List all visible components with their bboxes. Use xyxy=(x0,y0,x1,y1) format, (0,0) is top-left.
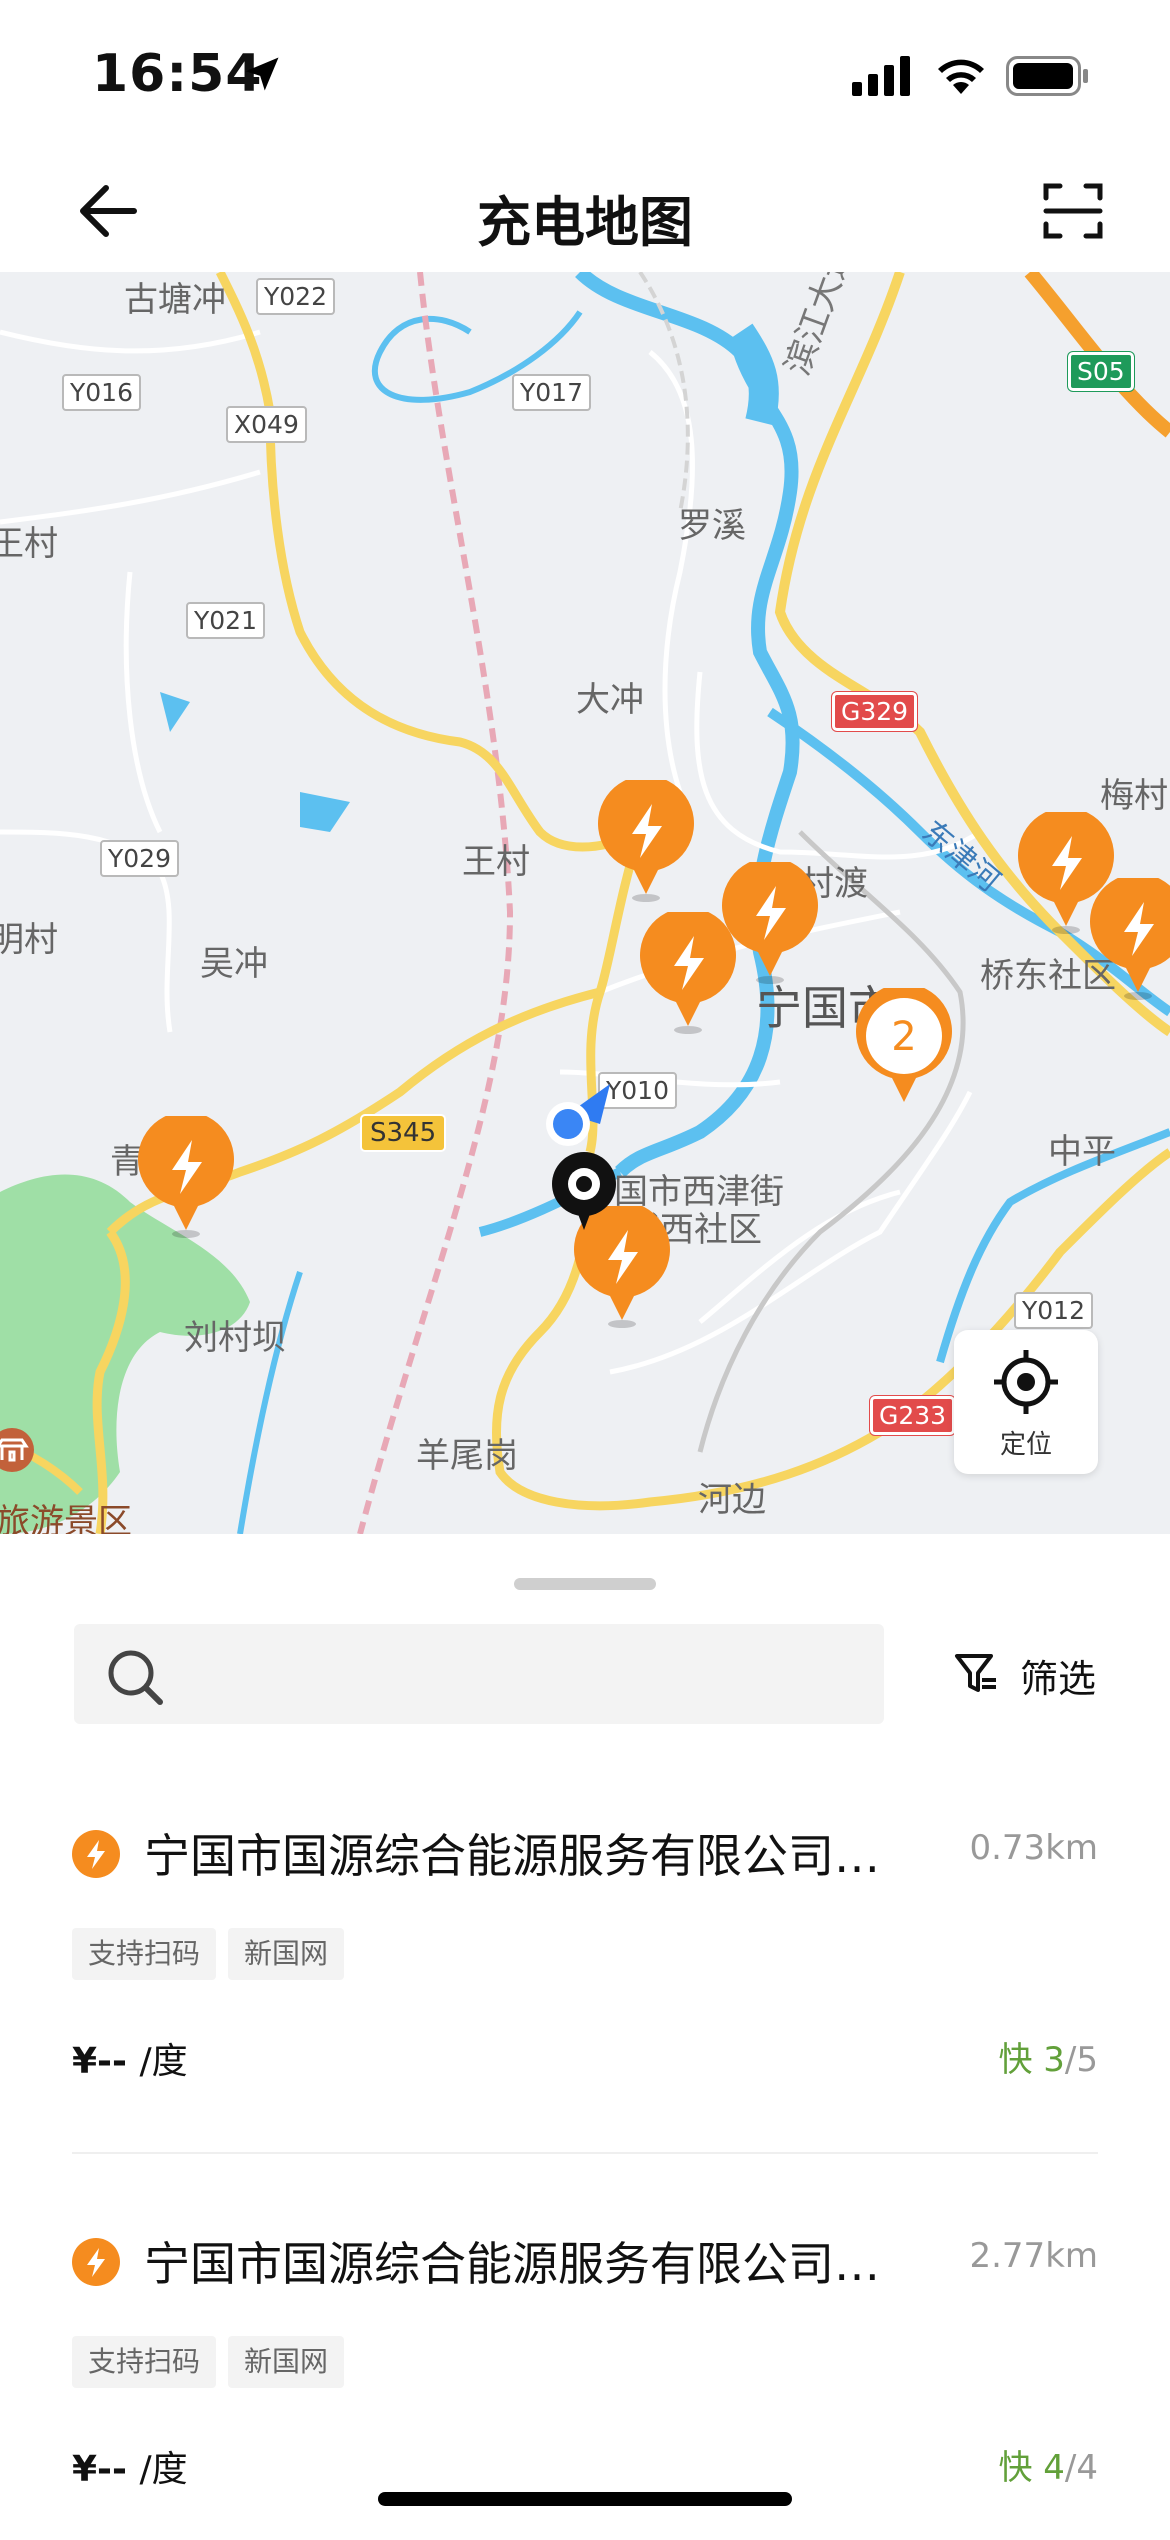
wifi-icon xyxy=(938,59,984,94)
map-place-label: 吴冲 xyxy=(200,944,268,984)
selected-location-marker xyxy=(552,1152,616,1230)
search-icon xyxy=(108,1650,163,1705)
map-place-label: 旅游景区 xyxy=(0,1502,132,1534)
charging-map[interactable]: 古塘冲 王村 罗溪 大冲 王村 吴冲 梅村 村渡 宁国市 桥东社区 中平 刘村坝… xyxy=(0,272,1170,1534)
price-value: ¥-- xyxy=(72,2041,140,2082)
provincial-road-badge: S345 xyxy=(360,1114,447,1152)
cluster-count: 2 xyxy=(891,1014,917,1060)
road-badge: Y029 xyxy=(100,840,179,877)
station-list-item[interactable]: 宁国市国源综合能源服务有限公司… 0.73km 支持扫码 新国网 ¥-- /度 … xyxy=(72,1802,1098,2132)
station-distance: 2.77km xyxy=(969,2236,1098,2276)
road-badge: Y017 xyxy=(512,374,591,411)
map-place-label: 梅村 xyxy=(1100,776,1168,816)
fast-label: 快 xyxy=(998,2040,1033,2080)
road-badge: Y016 xyxy=(62,374,141,411)
available-count: 4 xyxy=(1043,2448,1065,2488)
map-place-label: 罗溪 xyxy=(678,506,746,546)
map-place-label: 河边 xyxy=(698,1480,766,1520)
cellular-signal-icon xyxy=(852,56,910,96)
map-place-label: 大冲 xyxy=(576,680,644,720)
expressway-badge: S05 xyxy=(1068,352,1134,391)
station-price: ¥-- /度 xyxy=(72,2032,188,2084)
road-badge: X049 xyxy=(226,406,307,443)
station-price: ¥-- /度 xyxy=(72,2440,188,2492)
status-time: 16:54 xyxy=(92,44,263,104)
location-arrow-icon xyxy=(245,57,279,91)
station-distance: 0.73km xyxy=(969,1828,1098,1868)
map-place-label: 明村 xyxy=(0,920,58,960)
price-unit: /度 xyxy=(139,2041,188,2082)
charging-station-icon xyxy=(72,2238,120,2286)
available-count: 3 xyxy=(1043,2040,1065,2080)
filter-label: 筛选 xyxy=(1020,1657,1097,1701)
crosshair-icon xyxy=(994,1350,1058,1414)
home-indicator xyxy=(378,2492,792,2506)
map-place-label: 中平 xyxy=(1048,1132,1116,1172)
user-location-icon xyxy=(546,1084,610,1146)
locate-button[interactable]: 定位 xyxy=(954,1330,1098,1474)
filter-icon xyxy=(955,1654,996,1692)
station-name: 宁国市国源综合能源服务有限公司… xyxy=(144,1829,880,1883)
charging-station-pin[interactable] xyxy=(638,912,738,1036)
highway-badge: G329 xyxy=(832,692,918,731)
charger-availability: 快 4/4 xyxy=(998,2440,1098,2489)
divider xyxy=(72,2152,1098,2154)
station-name: 宁国市国源综合能源服务有限公司… xyxy=(144,2237,880,2291)
price-value: ¥-- xyxy=(72,2449,140,2490)
map-place-label: 羊尾岗 xyxy=(416,1436,518,1476)
map-place-label: 王村 xyxy=(0,524,58,564)
locate-label: 定位 xyxy=(999,1430,1052,1460)
total-count: /5 xyxy=(1064,2040,1098,2080)
station-list-sheet: 筛选 宁国市国源综合能源服务有限公司… 0.73km 支持扫码 新国网 ¥-- … xyxy=(0,1534,1170,2532)
charging-station-icon xyxy=(72,1830,120,1878)
station-tag: 支持扫码 xyxy=(72,1928,217,1980)
station-tag: 新国网 xyxy=(228,2336,345,2388)
drag-handle[interactable] xyxy=(514,1578,656,1590)
station-list-item[interactable]: 宁国市国源综合能源服务有限公司… 2.77km 支持扫码 新国网 ¥-- /度 … xyxy=(72,2210,1098,2540)
page-title: 充电地图 xyxy=(477,191,693,254)
station-tag: 支持扫码 xyxy=(72,2336,217,2388)
charging-station-pin[interactable] xyxy=(136,1116,236,1240)
nav-bar: 充电地图 xyxy=(0,150,1170,272)
fast-label: 快 xyxy=(998,2448,1033,2488)
scenic-area-icon xyxy=(0,1428,34,1472)
road-badge: Y022 xyxy=(256,278,335,315)
station-tag: 新国网 xyxy=(228,1928,345,1980)
charging-station-pin[interactable] xyxy=(596,780,696,904)
charging-station-pin[interactable] xyxy=(1088,878,1170,1002)
map-place-label: 古塘冲 xyxy=(124,280,226,320)
road-badge: Y012 xyxy=(1014,1292,1093,1329)
highway-badge: G233 xyxy=(870,1396,956,1435)
map-place-label: 王村 xyxy=(462,842,530,882)
road-badge: Y021 xyxy=(186,602,265,639)
status-bar: 16:54 xyxy=(0,0,1170,150)
map-place-label: 刘村坝 xyxy=(184,1318,286,1358)
charger-availability: 快 3/5 xyxy=(998,2032,1098,2081)
total-count: /4 xyxy=(1064,2448,1098,2488)
battery-icon xyxy=(1006,56,1088,96)
search-input[interactable] xyxy=(74,1624,884,1724)
price-unit: /度 xyxy=(139,2449,188,2490)
filter-button[interactable]: 筛选 xyxy=(950,1644,1100,1704)
scan-icon[interactable] xyxy=(1042,180,1104,242)
